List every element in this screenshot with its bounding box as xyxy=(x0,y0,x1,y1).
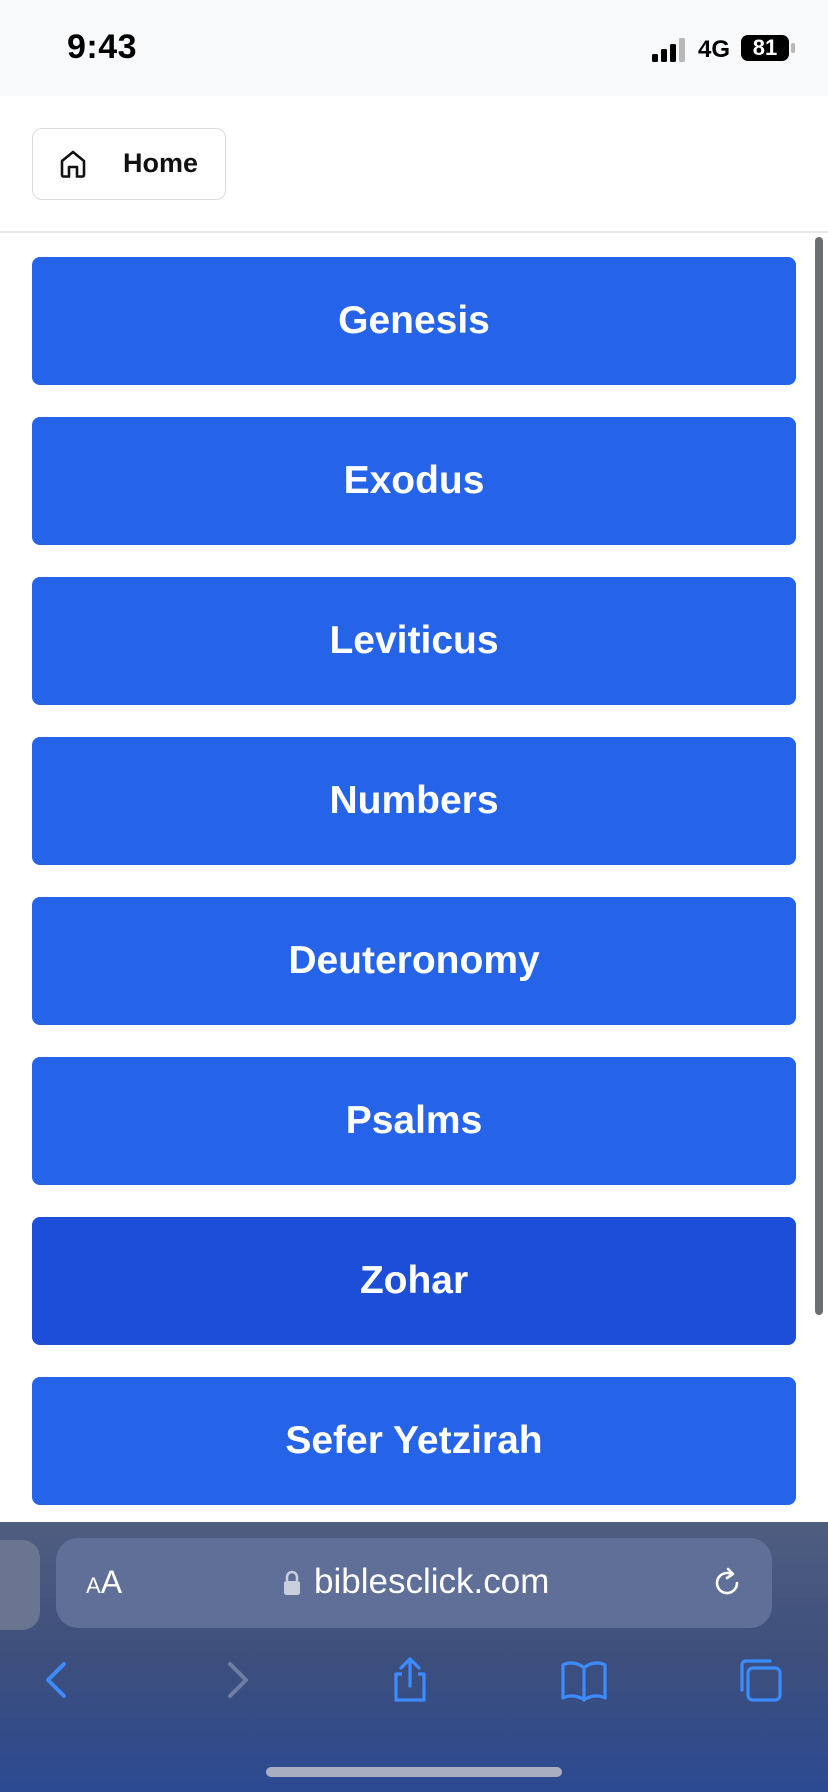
bookmarks-icon[interactable] xyxy=(560,1656,608,1704)
lock-icon xyxy=(284,1570,300,1595)
tabs-icon[interactable] xyxy=(736,1656,784,1704)
previous-tab-peek[interactable] xyxy=(0,1540,40,1630)
book-button-exodus[interactable]: Exodus xyxy=(32,417,796,545)
home-indicator[interactable] xyxy=(266,1767,562,1777)
home-label: Home xyxy=(123,148,199,178)
address-bar[interactable]: AA biblesclick.com xyxy=(56,1538,772,1628)
book-button-numbers[interactable]: Numbers xyxy=(32,737,796,865)
book-button-leviticus[interactable]: Leviticus xyxy=(32,577,796,705)
book-button-psalms[interactable]: Psalms xyxy=(32,1057,796,1185)
network-type: 4G xyxy=(698,36,731,63)
book-list[interactable]: Genesis Exodus Leviticus Numbers Deutero… xyxy=(0,235,828,1522)
page-header: Home xyxy=(0,96,828,233)
status-bar: 9:43 4G 81 xyxy=(0,0,828,96)
share-icon[interactable] xyxy=(386,1656,434,1704)
text-size-large-a: A xyxy=(100,1564,123,1600)
cellular-signal-icon xyxy=(652,38,685,62)
forward-icon[interactable] xyxy=(212,1656,260,1704)
book-button-sefer-yetzirah[interactable]: Sefer Yetzirah xyxy=(32,1377,796,1505)
battery-icon: 81 xyxy=(740,34,796,62)
text-size-small-a: A xyxy=(86,1573,101,1598)
home-button[interactable]: Home xyxy=(32,128,226,200)
battery-level: 81 xyxy=(752,35,778,60)
text-size-button[interactable]: AA xyxy=(86,1564,122,1601)
status-time: 9:43 xyxy=(67,28,138,66)
scrollbar[interactable] xyxy=(815,237,823,1315)
book-button-genesis[interactable]: Genesis xyxy=(32,257,796,385)
reload-icon[interactable] xyxy=(710,1566,744,1600)
house-icon xyxy=(60,150,86,178)
book-button-deuteronomy[interactable]: Deuteronomy xyxy=(32,897,796,1025)
back-icon[interactable] xyxy=(34,1656,82,1704)
book-button-zohar[interactable]: Zohar xyxy=(32,1217,796,1345)
browser-toolbar: AA biblesclick.com xyxy=(0,1522,828,1792)
url-text[interactable]: biblesclick.com xyxy=(314,1562,549,1602)
